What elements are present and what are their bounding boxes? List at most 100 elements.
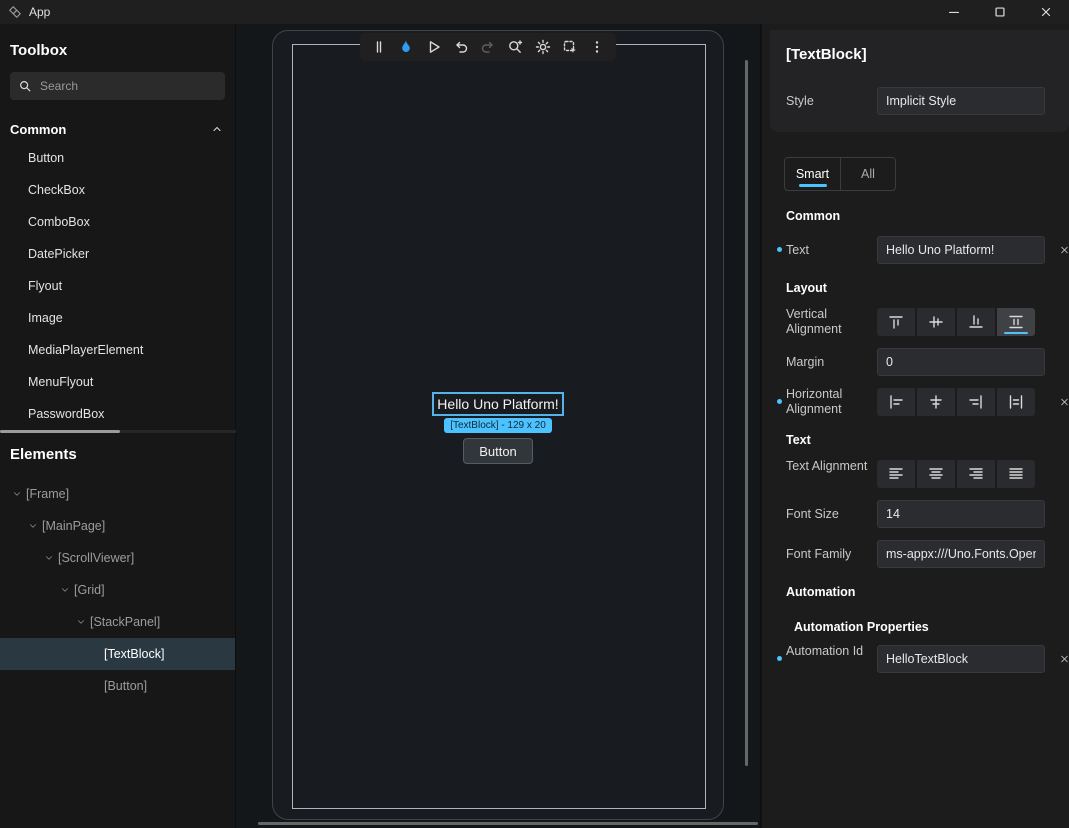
textalign-left-button[interactable] <box>877 460 915 488</box>
style-input[interactable] <box>877 87 1045 115</box>
tree-item-label: [Frame] <box>26 487 69 501</box>
tab-smart[interactable]: Smart <box>785 158 840 190</box>
clear-value-icon[interactable] <box>1060 394 1069 410</box>
prop-row-automation-id: Automation Id <box>762 645 1069 673</box>
toolbox-item-image[interactable]: Image <box>0 302 235 334</box>
tree-item-mainpage[interactable]: [MainPage] <box>0 510 235 542</box>
prop-row-font-size: Font Size <box>762 500 1069 528</box>
clear-value-icon[interactable] <box>1060 242 1069 258</box>
toolbox-item-button[interactable]: Button <box>0 142 235 174</box>
valign-stretch-button[interactable] <box>997 308 1035 336</box>
tree-item-grid[interactable]: [Grid] <box>0 574 235 606</box>
chevron-up-icon <box>211 123 223 135</box>
canvas-horizontal-scrollbar[interactable] <box>258 822 758 825</box>
text-alignment-label: Text Alignment <box>786 459 868 474</box>
play-icon[interactable] <box>425 38 443 56</box>
toolbox-title: Toolbox <box>10 42 235 62</box>
modified-indicator-dot <box>777 399 782 404</box>
textalign-justify-button[interactable] <box>997 460 1035 488</box>
clear-value-icon[interactable] <box>1060 651 1069 667</box>
valign-center-button[interactable] <box>917 308 955 336</box>
toolbox-scrollbar-thumb[interactable] <box>0 430 120 433</box>
toolbox-section-common[interactable]: Common <box>0 116 235 142</box>
maximize-button[interactable] <box>977 0 1023 24</box>
toolbox-item-combobox[interactable]: ComboBox <box>0 206 235 238</box>
font-size-input[interactable] <box>877 500 1045 528</box>
toolbox-item-mediaplayerelement[interactable]: MediaPlayerElement <box>0 334 235 366</box>
hot-reload-flame-icon[interactable] <box>397 38 415 56</box>
left-sidebar: Toolbox Common Button CheckBox ComboBox … <box>0 24 236 828</box>
tree-item-label: [TextBlock] <box>104 647 164 661</box>
window-controls <box>931 0 1069 24</box>
margin-label: Margin <box>786 355 868 370</box>
design-toolbar <box>360 33 616 61</box>
elements-title: Elements <box>10 446 235 466</box>
inspector-tabs: Smart All <box>784 157 896 191</box>
tree-item-stackpanel[interactable]: [StackPanel] <box>0 606 235 638</box>
toolbox-item-passwordbox[interactable]: PasswordBox <box>0 398 235 430</box>
horizontal-alignment-label: Horizontal Alignment <box>786 387 868 417</box>
chevron-down-icon[interactable] <box>42 553 56 563</box>
tree-item-label: [StackPanel] <box>90 615 160 629</box>
vertical-alignment-group <box>877 308 1035 336</box>
section-layout: Layout <box>786 281 827 295</box>
minimize-button[interactable] <box>931 0 977 24</box>
toolbox-section-label: Common <box>10 122 66 137</box>
textalign-right-button[interactable] <box>957 460 995 488</box>
tab-all[interactable]: All <box>840 158 895 190</box>
theme-toggle-icon[interactable] <box>534 38 552 56</box>
style-label: Style <box>786 94 814 108</box>
selection-size-badge: [TextBlock] - 129 x 20 <box>444 418 552 433</box>
valign-bottom-button[interactable] <box>957 308 995 336</box>
tree-item-label: [Grid] <box>74 583 105 597</box>
tree-item-button[interactable]: [Button] <box>0 670 235 702</box>
tree-item-label: [Button] <box>104 679 147 693</box>
undo-icon[interactable] <box>452 38 470 56</box>
font-family-input[interactable] <box>877 540 1045 568</box>
tree-item-frame[interactable]: [Frame] <box>0 478 235 510</box>
section-automation: Automation <box>786 585 855 599</box>
app-title: App <box>29 5 50 19</box>
prop-row-font-family: Font Family <box>762 540 1069 568</box>
design-canvas[interactable]: Hello Uno Platform! [TextBlock] - 129 x … <box>236 24 760 828</box>
text-property-input[interactable] <box>877 236 1045 264</box>
toolbox-scrollbar[interactable] <box>0 430 236 433</box>
prop-row-horizontal-alignment: Horizontal Alignment <box>762 388 1069 416</box>
search-input[interactable] <box>40 79 217 93</box>
toolbox-item-datepicker[interactable]: DatePicker <box>0 238 235 270</box>
toolbox-item-checkbox[interactable]: CheckBox <box>0 174 235 206</box>
modified-indicator-dot <box>777 247 782 252</box>
textalign-center-button[interactable] <box>917 460 955 488</box>
prop-row-text: Text <box>762 236 1069 264</box>
element-inspector-icon[interactable] <box>506 38 524 56</box>
halign-stretch-button[interactable] <box>997 388 1035 416</box>
active-option-underline <box>1004 332 1028 334</box>
toolbox-searchbox[interactable] <box>10 72 225 100</box>
chevron-down-icon[interactable] <box>10 489 24 499</box>
canvas-button[interactable]: Button <box>463 438 533 464</box>
tree-item-textblock[interactable]: [TextBlock] <box>0 638 235 670</box>
halign-center-button[interactable] <box>917 388 955 416</box>
section-automation-properties: Automation Properties <box>794 620 929 634</box>
canvas-vertical-scrollbar[interactable] <box>745 60 748 766</box>
close-button[interactable] <box>1023 0 1069 24</box>
chevron-down-icon[interactable] <box>74 617 88 627</box>
halign-left-button[interactable] <box>877 388 915 416</box>
chevron-down-icon[interactable] <box>26 521 40 531</box>
valign-top-button[interactable] <box>877 308 915 336</box>
prop-row-vertical-alignment: Vertical Alignment <box>762 308 1069 336</box>
drag-handle-icon[interactable] <box>370 38 388 56</box>
redo-icon[interactable] <box>479 38 497 56</box>
modified-indicator-dot <box>777 656 782 661</box>
toolbox-item-flyout[interactable]: Flyout <box>0 270 235 302</box>
more-options-icon[interactable] <box>588 38 606 56</box>
canvas-textblock[interactable]: Hello Uno Platform! <box>432 392 563 416</box>
toolbox-item-menuflyout[interactable]: MenuFlyout <box>0 366 235 398</box>
automation-id-input[interactable] <box>877 645 1045 673</box>
chevron-down-icon[interactable] <box>58 585 72 595</box>
selection-mode-icon[interactable] <box>561 38 579 56</box>
halign-right-button[interactable] <box>957 388 995 416</box>
tree-item-scrollviewer[interactable]: [ScrollViewer] <box>0 542 235 574</box>
margin-input[interactable] <box>877 348 1045 376</box>
page-content: Hello Uno Platform! [TextBlock] - 129 x … <box>236 392 760 464</box>
